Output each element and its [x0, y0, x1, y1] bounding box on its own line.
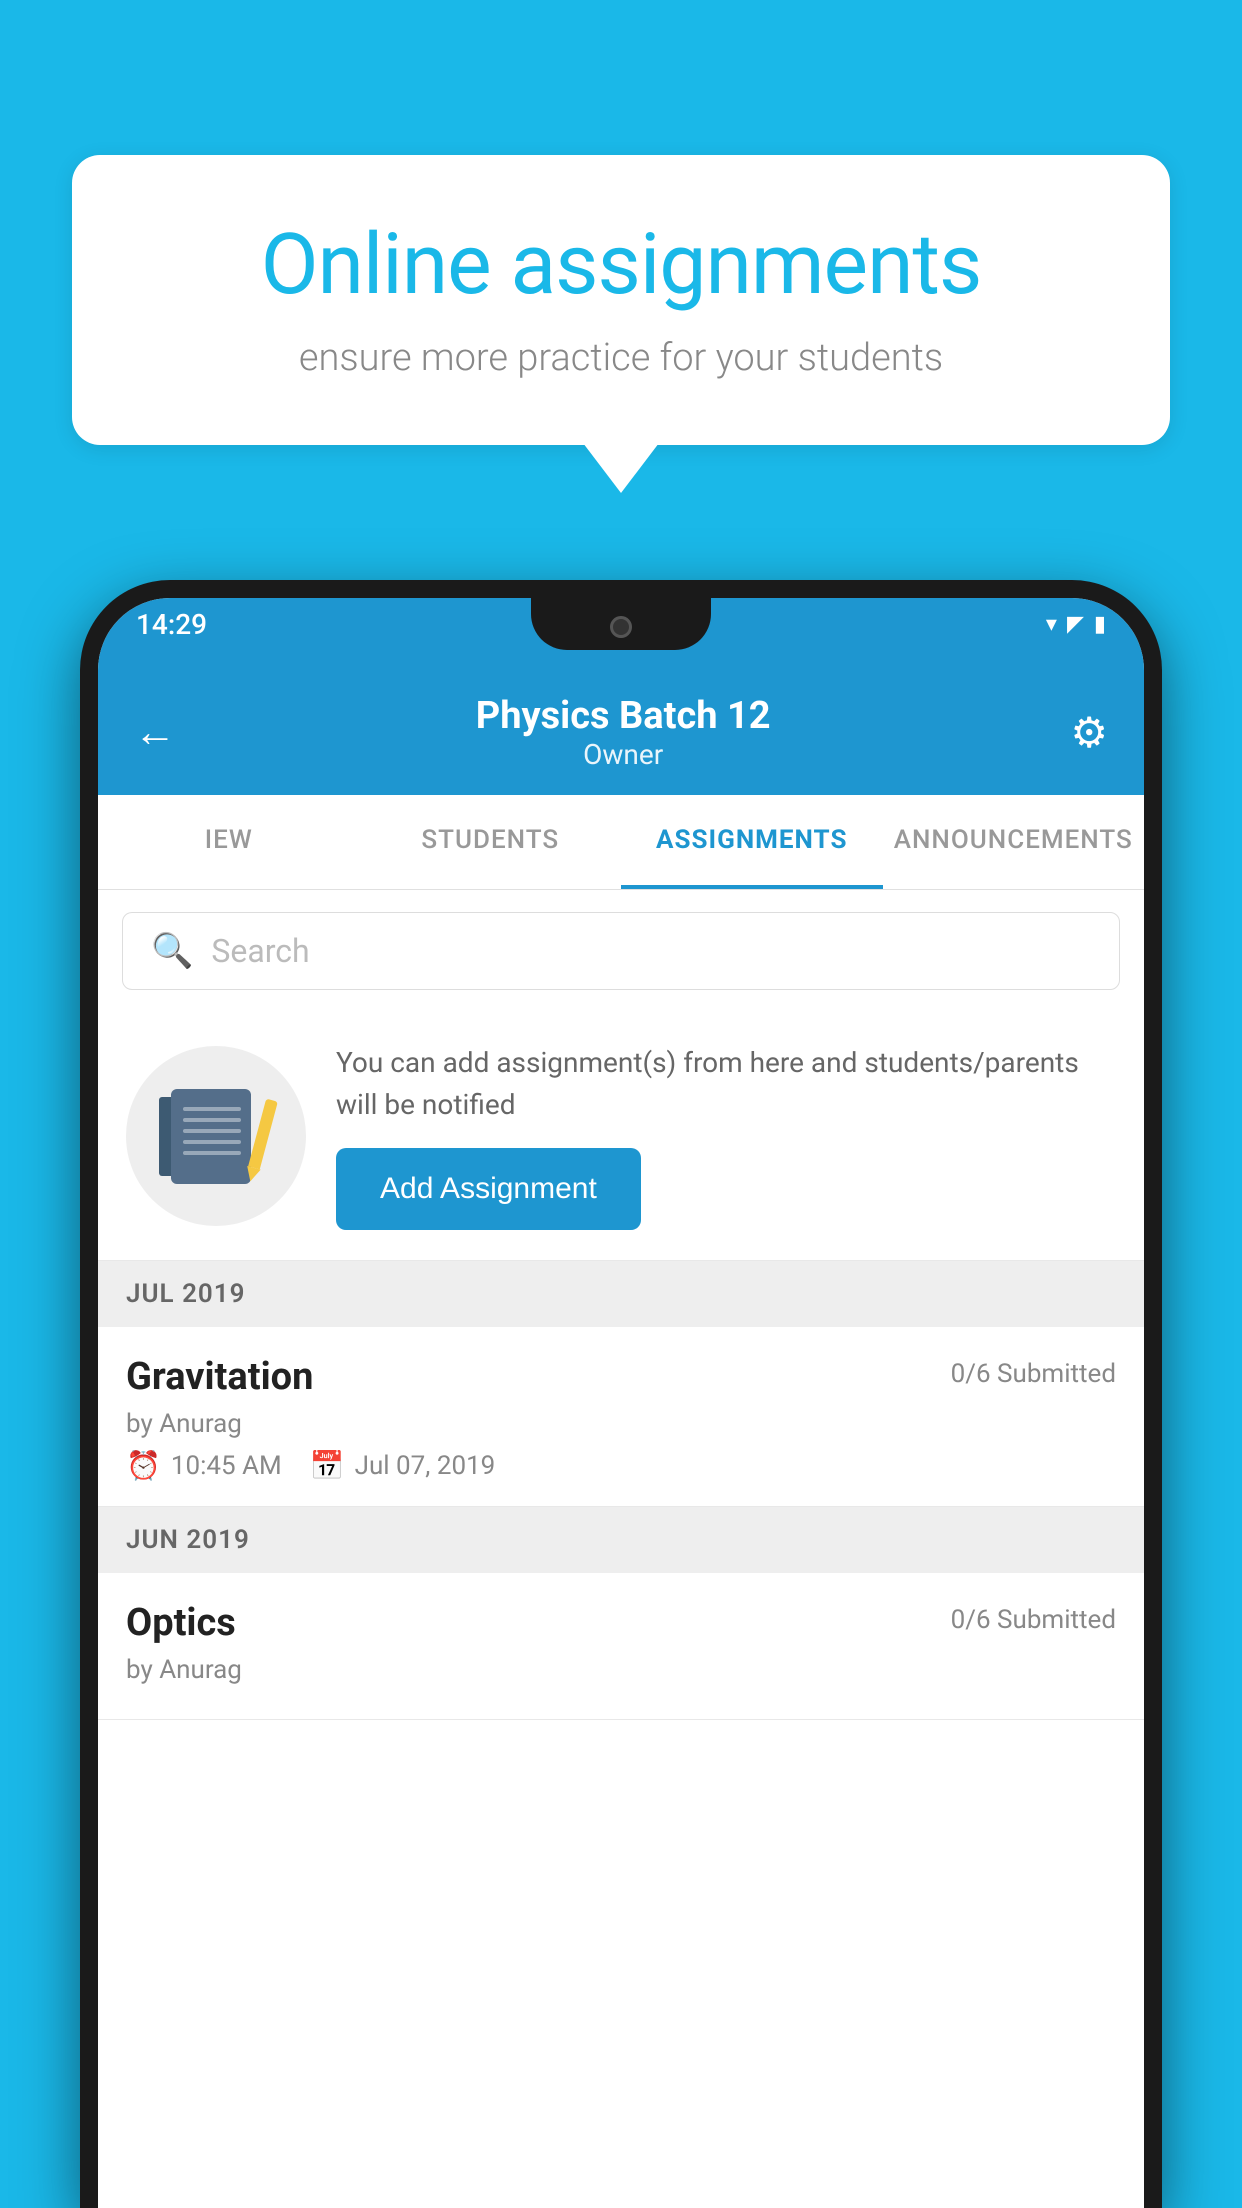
tab-iew[interactable]: IEW: [98, 795, 360, 889]
signal-icon: ◤: [1067, 612, 1084, 637]
assignment-info: You can add assignment(s) from here and …: [336, 1042, 1116, 1230]
status-icons: ▾ ◤ ▮: [1046, 612, 1106, 637]
assignment-submitted: 0/6 Submitted: [951, 1359, 1116, 1389]
search-input[interactable]: Search: [211, 932, 309, 970]
back-button[interactable]: ←: [134, 708, 176, 757]
status-bar: 14:29 ▾ ◤ ▮: [98, 598, 1144, 650]
notebook-icon: [171, 1089, 251, 1184]
phone-frame: 14:29 ▾ ◤ ▮ ← Physics Batch 12 Owner ⚙ I…: [80, 580, 1162, 2208]
notebook-lines: [183, 1107, 241, 1162]
phone-inner: 14:29 ▾ ◤ ▮ ← Physics Batch 12 Owner ⚙ I…: [98, 598, 1144, 2208]
assignment-icon-circle: [126, 1046, 306, 1226]
notebook-pencil-icon: [181, 1089, 251, 1184]
assignment-date: 📅 Jul 07, 2019: [310, 1449, 496, 1482]
assignment-name: Gravitation: [126, 1355, 313, 1399]
assignment-item-optics[interactable]: Optics 0/6 Submitted by Anurag: [98, 1573, 1144, 1720]
page-title: Physics Batch 12: [476, 694, 771, 738]
wifi-icon: ▾: [1046, 612, 1057, 637]
battery-icon: ▮: [1094, 612, 1106, 637]
tabs-container: IEW STUDENTS ASSIGNMENTS ANNOUNCEMENTS: [98, 795, 1144, 890]
phone-notch-area: 14:29 ▾ ◤ ▮: [98, 598, 1144, 676]
status-time: 14:29: [136, 608, 207, 641]
speech-bubble: Online assignments ensure more practice …: [72, 155, 1170, 445]
settings-icon[interactable]: ⚙: [1070, 708, 1108, 758]
assignment-submitted-optics: 0/6 Submitted: [951, 1605, 1116, 1635]
assignment-item-optics-header: Optics 0/6 Submitted: [126, 1601, 1116, 1645]
assignment-meta: ⏰ 10:45 AM 📅 Jul 07, 2019: [126, 1449, 1116, 1482]
page-subtitle: Owner: [476, 738, 771, 771]
calendar-icon: 📅: [310, 1449, 345, 1482]
tab-assignments[interactable]: ASSIGNMENTS: [621, 795, 883, 889]
month-header-jun: JUN 2019: [98, 1507, 1144, 1573]
header-center: Physics Batch 12 Owner: [476, 694, 771, 771]
assignment-name-optics: Optics: [126, 1601, 236, 1645]
search-icon: 🔍: [151, 931, 193, 971]
clock-icon: ⏰: [126, 1449, 161, 1482]
assignment-date-value: Jul 07, 2019: [355, 1451, 496, 1481]
speech-bubble-container: Online assignments ensure more practice …: [72, 155, 1170, 445]
pencil-icon: [248, 1098, 278, 1169]
assignment-time: ⏰ 10:45 AM: [126, 1449, 282, 1482]
add-assignment-button[interactable]: Add Assignment: [336, 1148, 641, 1230]
speech-bubble-title: Online assignments: [142, 215, 1100, 314]
tab-students[interactable]: STUDENTS: [360, 795, 622, 889]
assignment-time-value: 10:45 AM: [171, 1451, 282, 1481]
search-container: 🔍 Search: [98, 890, 1144, 1012]
speech-bubble-subtitle: ensure more practice for your students: [142, 336, 1100, 380]
add-assignment-section: You can add assignment(s) from here and …: [98, 1012, 1144, 1261]
assignment-by-optics: by Anurag: [126, 1655, 1116, 1685]
assignment-item-header: Gravitation 0/6 Submitted: [126, 1355, 1116, 1399]
search-bar[interactable]: 🔍 Search: [122, 912, 1120, 990]
month-header-jul: JUL 2019: [98, 1261, 1144, 1327]
assignment-by: by Anurag: [126, 1409, 1116, 1439]
assignment-item-gravitation[interactable]: Gravitation 0/6 Submitted by Anurag ⏰ 10…: [98, 1327, 1144, 1507]
app-header: ← Physics Batch 12 Owner ⚙: [98, 676, 1144, 795]
tab-announcements[interactable]: ANNOUNCEMENTS: [883, 795, 1145, 889]
assignment-description: You can add assignment(s) from here and …: [336, 1042, 1116, 1126]
